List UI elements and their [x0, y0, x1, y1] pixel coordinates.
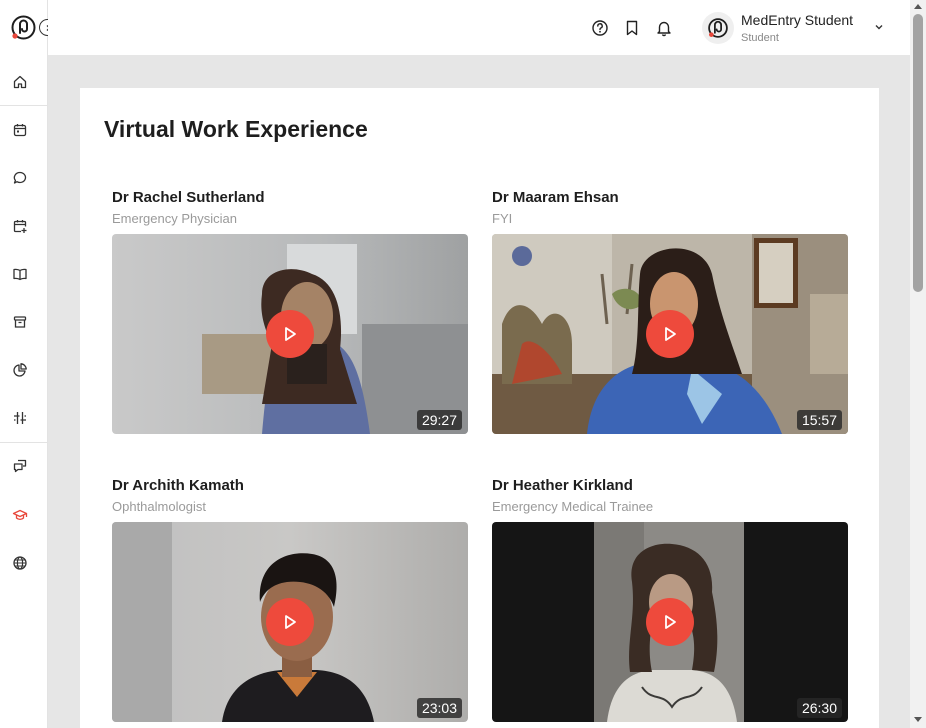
doctor-name: Dr Rachel Sutherland	[112, 189, 265, 206]
sidebar-item-forum[interactable]	[8, 454, 32, 478]
video-duration: 29:27	[416, 410, 462, 430]
help-button[interactable]	[590, 18, 610, 38]
content-card: Virtual Work Experience Dr Rachel Suther…	[80, 88, 879, 728]
doctor-role: FYI	[492, 211, 513, 226]
top-header: MedEntry Student Student	[48, 0, 910, 55]
page-title: Virtual Work Experience	[104, 116, 368, 142]
video-duration: 15:57	[796, 410, 842, 430]
forum-icon	[13, 459, 27, 473]
doctor-role: Emergency Physician	[112, 211, 237, 226]
bookmarks-button[interactable]	[622, 18, 642, 38]
page-scrollbar[interactable]	[910, 0, 926, 728]
doctor-name: Dr Maaram Ehsan	[492, 189, 619, 206]
play-button[interactable]	[266, 598, 314, 646]
play-icon	[285, 327, 296, 341]
calendar-icon	[13, 124, 27, 137]
archive-icon	[13, 316, 27, 328]
video-card-maaram-ehsan[interactable]: Dr Maaram Ehsan FYI 15:57	[492, 188, 848, 434]
book-icon	[13, 268, 27, 281]
play-icon	[665, 327, 676, 341]
play-button[interactable]	[266, 310, 314, 358]
sidebar-item-archive[interactable]	[8, 310, 32, 334]
pie-chart-icon	[13, 363, 27, 377]
video-thumbnail[interactable]: 23:03	[112, 522, 468, 722]
sidebar	[0, 0, 56, 728]
sidebar-item-work-experience[interactable]	[8, 503, 32, 527]
video-thumbnail[interactable]: 15:57	[492, 234, 848, 434]
bell-icon	[657, 21, 671, 37]
video-card-heather-kirkland[interactable]: Dr Heather Kirkland Emergency Medical Tr…	[492, 476, 848, 722]
scroll-up-arrow-icon[interactable]	[914, 4, 922, 9]
bookmark-icon	[626, 20, 638, 36]
chevron-down-icon[interactable]	[872, 20, 886, 34]
user-name[interactable]: MedEntry Student	[741, 12, 853, 28]
globe-icon	[13, 556, 27, 570]
video-card-rachel-sutherland[interactable]: Dr Rachel Sutherland Emergency Physician	[112, 188, 468, 434]
graduation-cap-icon	[12, 509, 28, 520]
calendar-add-icon	[13, 220, 27, 233]
video-card-archith-kamath[interactable]: Dr Archith Kamath Ophthalmologist 23:03	[112, 476, 468, 722]
video-duration: 23:03	[416, 698, 462, 718]
play-button[interactable]	[646, 598, 694, 646]
sidebar-item-calendar[interactable]	[8, 118, 32, 142]
doctor-name: Dr Archith Kamath	[112, 477, 244, 494]
sliders-icon	[14, 412, 26, 424]
home-icon	[13, 75, 27, 89]
video-thumbnail[interactable]: 29:27	[112, 234, 468, 434]
sidebar-item-library[interactable]	[8, 262, 32, 286]
notifications-button[interactable]	[654, 18, 674, 38]
sidebar-item-chat[interactable]	[8, 166, 32, 190]
doctor-name: Dr Heather Kirkland	[492, 477, 633, 494]
play-icon	[665, 615, 676, 629]
sidebar-divider	[0, 442, 48, 443]
medentry-avatar-icon	[708, 18, 728, 38]
sidebar-item-tools[interactable]	[8, 406, 32, 430]
doctor-role: Emergency Medical Trainee	[492, 499, 654, 514]
doctor-role: Ophthalmologist	[112, 499, 206, 514]
sidebar-item-analytics[interactable]	[8, 358, 32, 382]
sidebar-item-home[interactable]	[8, 70, 32, 94]
play-icon	[285, 615, 296, 629]
chat-icon	[13, 171, 27, 184]
sidebar-item-global[interactable]	[8, 551, 32, 575]
sidebar-item-schedule[interactable]	[8, 214, 32, 238]
user-role: Student	[741, 32, 779, 44]
avatar[interactable]	[702, 12, 734, 44]
video-thumbnail[interactable]: 26:30	[492, 522, 848, 722]
video-duration: 26:30	[796, 698, 842, 718]
medentry-logo-icon[interactable]	[10, 14, 37, 41]
scroll-down-arrow-icon[interactable]	[914, 717, 922, 722]
scrollbar-thumb[interactable]	[913, 14, 923, 292]
play-button[interactable]	[646, 310, 694, 358]
help-icon	[592, 20, 608, 36]
sidebar-divider	[0, 105, 48, 106]
